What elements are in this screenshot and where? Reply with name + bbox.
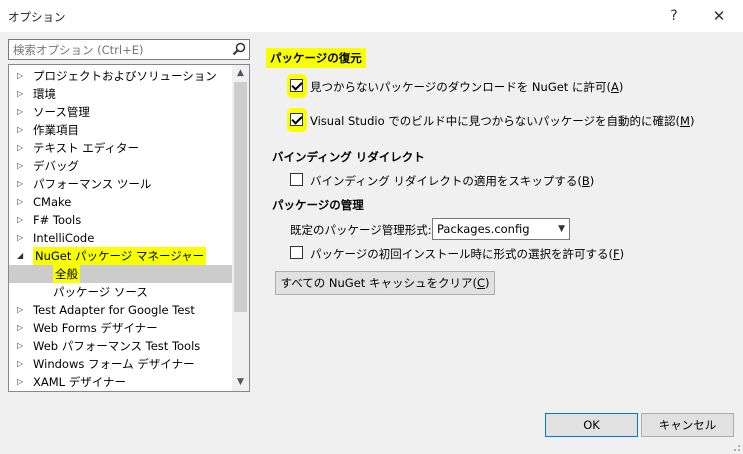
collapsed-arrow-icon[interactable]: ▷: [17, 373, 27, 391]
restore-heading: パッケージの復元: [266, 48, 366, 68]
collapsed-arrow-icon[interactable]: ▷: [17, 319, 27, 337]
collapsed-arrow-icon[interactable]: ▷: [17, 139, 27, 157]
search-box[interactable]: [8, 39, 250, 60]
collapsed-arrow-icon[interactable]: ▷: [17, 103, 27, 121]
tree-item-label: NuGet パッケージ マネージャー: [33, 247, 207, 265]
manage-heading: パッケージの管理: [272, 198, 364, 212]
collapsed-arrow-icon[interactable]: ▷: [17, 193, 27, 211]
collapsed-arrow-icon[interactable]: ▷: [17, 175, 27, 193]
tree-item-label: Test Adapter for Google Test: [33, 303, 195, 317]
cancel-button[interactable]: キャンセル: [641, 413, 734, 437]
tree-item[interactable]: ▷ 環境: [9, 85, 233, 103]
collapsed-arrow-icon[interactable]: ▷: [17, 121, 27, 139]
collapsed-arrow-icon[interactable]: ▷: [17, 85, 27, 103]
allow-format-checkbox[interactable]: [290, 246, 303, 259]
tree-item[interactable]: ▷ CMake: [9, 193, 233, 211]
tree-item[interactable]: ▷ Web パフォーマンス Test Tools: [9, 337, 233, 355]
tree-item-label: パッケージ ソース: [53, 285, 148, 299]
collapsed-arrow-icon[interactable]: ▷: [17, 229, 27, 247]
collapsed-arrow-icon[interactable]: ▷: [17, 211, 27, 229]
binding-heading: バインディング リダイレクト: [272, 150, 425, 164]
skip-binding-label[interactable]: バインディング リダイレクトの適用をスキップする(B): [310, 173, 594, 189]
collapsed-arrow-icon[interactable]: ▷: [17, 157, 27, 175]
tree-item[interactable]: ▷ プロジェクトおよびソリューション: [9, 67, 233, 85]
resize-grip-icon[interactable]: [731, 442, 741, 452]
tree-item-label: F# Tools: [33, 213, 82, 227]
clear-cache-button[interactable]: すべての NuGet キャッシュをクリア(C): [275, 271, 495, 295]
auto-check-label[interactable]: Visual Studio でのビルド中に見つからないパッケージを自動的に確認(…: [310, 113, 694, 129]
format-select[interactable]: Packages.config ▼: [432, 218, 570, 240]
tree-item-label: Windows フォーム デザイナー: [33, 357, 195, 371]
tree-item[interactable]: ◢ NuGet パッケージ マネージャー: [9, 247, 233, 265]
auto-check-checkbox[interactable]: [290, 113, 303, 126]
tree-item[interactable]: ▷ Test Adapter for Google Test: [9, 301, 233, 319]
tree-item[interactable]: 全般: [9, 265, 233, 283]
tree-item[interactable]: ▷ IntelliCode: [9, 229, 233, 247]
tree-item-label: デバッグ: [33, 159, 79, 173]
tree-item-label: Web Forms デザイナー: [33, 321, 158, 335]
tree-item[interactable]: ▷ 作業項目: [9, 121, 233, 139]
chevron-down-icon: ▼: [558, 224, 565, 234]
tree-item-label: 環境: [33, 87, 56, 101]
tree-item-label: Web パフォーマンス Test Tools: [33, 339, 201, 353]
title-bar: オプション ? ✕: [0, 0, 743, 32]
tree-item-label: プロジェクトおよびソリューション: [33, 69, 217, 83]
scroll-up-arrow-icon[interactable]: ▲: [232, 65, 249, 82]
tree-item[interactable]: ▷ Windows フォーム デザイナー: [9, 355, 233, 373]
scroll-down-arrow-icon[interactable]: ▼: [232, 374, 249, 391]
format-label: 既定のパッケージ管理形式:: [290, 223, 432, 237]
tree-item[interactable]: ▷ F# Tools: [9, 211, 233, 229]
allow-download-label[interactable]: 見つからないパッケージのダウンロードを NuGet に許可(A): [310, 79, 623, 95]
tree-item-label: ソース管理: [33, 105, 90, 119]
tree-item-label: IntelliCode: [33, 231, 95, 245]
tree-item[interactable]: ▷ テキスト エディター: [9, 139, 233, 157]
tree-item-label: XAML デザイナー: [33, 375, 126, 389]
skip-binding-checkbox[interactable]: [290, 173, 303, 186]
tree-scrollbar[interactable]: ▲ ▼: [232, 65, 249, 391]
collapsed-arrow-icon[interactable]: ▷: [17, 355, 27, 373]
tree-item[interactable]: ▷ パフォーマンス ツール: [9, 175, 233, 193]
search-input[interactable]: [9, 40, 229, 59]
allow-download-checkbox[interactable]: [290, 79, 303, 92]
tree-item-label: CMake: [33, 195, 72, 209]
tree-item-label: 全般: [53, 265, 80, 283]
search-icon[interactable]: [232, 42, 246, 56]
allow-format-label[interactable]: パッケージの初回インストール時に形式の選択を許可する(F): [310, 246, 624, 262]
tree-item[interactable]: ▷ ソース管理: [9, 103, 233, 121]
tree-item[interactable]: ▷ XAML デザイナー: [9, 373, 233, 391]
help-button[interactable]: ?: [664, 6, 684, 26]
collapsed-arrow-icon[interactable]: ▷: [17, 67, 27, 85]
ok-button[interactable]: OK: [545, 413, 638, 437]
close-button[interactable]: ✕: [709, 6, 729, 26]
tree-item-label: テキスト エディター: [33, 141, 140, 155]
expanded-arrow-icon[interactable]: ◢: [17, 247, 27, 265]
collapsed-arrow-icon[interactable]: ▷: [17, 301, 27, 319]
tree-item-label: パフォーマンス ツール: [33, 177, 152, 191]
collapsed-arrow-icon[interactable]: ▷: [17, 337, 27, 355]
tree-item[interactable]: ▷ Web Forms デザイナー: [9, 319, 233, 337]
tree-item[interactable]: パッケージ ソース: [9, 283, 233, 301]
options-tree[interactable]: ▷ プロジェクトおよびソリューション ▷ 環境 ▷ ソース管理 ▷ 作業項目 ▷ テキスト エディ…: [8, 64, 250, 392]
format-value: Packages.config: [437, 222, 530, 236]
scroll-thumb[interactable]: [234, 82, 247, 312]
tree-item-label: 作業項目: [33, 123, 79, 137]
tree-item[interactable]: ▷ デバッグ: [9, 157, 233, 175]
window-title: オプション: [8, 10, 66, 24]
